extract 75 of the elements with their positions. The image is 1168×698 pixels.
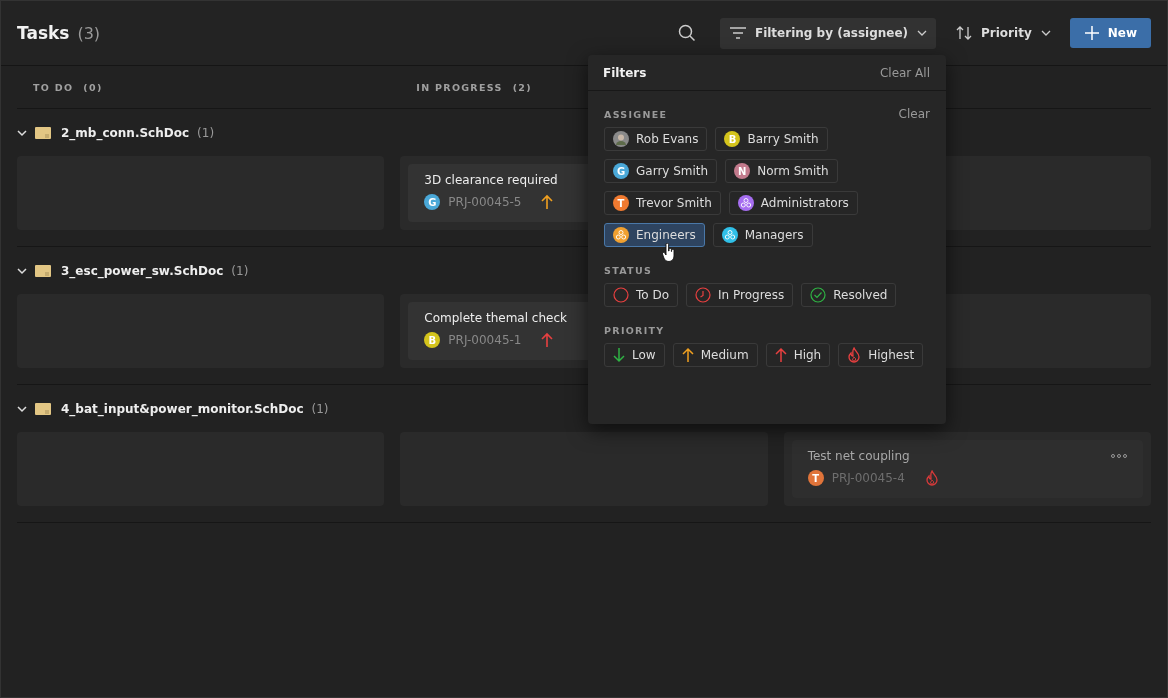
clear-link[interactable]: Clear [898,107,930,121]
new-button[interactable]: New [1069,18,1151,48]
group-count: (1) [231,263,249,278]
circle-icon [613,287,629,303]
hand-cursor-icon [662,243,676,263]
task-count: (3) [77,24,101,43]
user-silhouette-icon [613,131,629,147]
section-title: STATUS [604,264,653,276]
filter-chip[interactable]: B Barry Smith [715,127,828,151]
caret-icon [917,30,928,36]
group-count: (1) [197,125,215,140]
page-title: Tasks [17,23,70,43]
section-title: PRIORITY [604,324,665,336]
filter-chip[interactable]: Managers [712,223,813,247]
column-title: IN PROGRESS [416,81,503,93]
filter-chip[interactable]: Highest [838,343,924,367]
popup-title: Filters [603,65,647,80]
filter-chip[interactable]: Rob Evans [604,127,708,151]
avatar: B [724,131,741,147]
chevron-icon[interactable] [17,265,27,276]
task-title: Complete themal check [424,311,567,325]
plus-icon [1083,25,1100,41]
filter-chip[interactable]: Administrators [728,191,858,215]
sort-button[interactable]: Priority [946,17,1060,49]
task-title: Test net coupling [807,449,910,463]
filter-chip[interactable]: N Norm Smith [725,159,838,183]
arrow-icon [774,347,787,363]
clear-all-link[interactable]: Clear All [879,65,930,80]
clock-icon [695,287,712,303]
more-icon[interactable] [1111,454,1127,458]
column-count: (2) [512,81,532,93]
avatar: G [424,194,441,210]
filter-chip[interactable]: Engineers [604,223,705,247]
group-name: 2_mb_conn.SchDoc [61,125,190,140]
chevron-icon[interactable] [17,403,27,414]
filter-button[interactable]: Filtering by (assignee) [719,17,937,49]
caret-icon [1040,30,1051,36]
filter-chip[interactable]: Low [604,343,665,367]
filter-chip[interactable]: Resolved [801,283,897,307]
task-title: 3D clearance required [424,173,558,187]
task-id: PRJ-00045-1 [448,333,522,347]
flame-icon [924,470,939,486]
task-card[interactable]: Test net coupling T PRJ-00045-4 [791,440,1143,498]
arrow-icon [681,347,694,363]
filter-chip[interactable]: Medium [672,343,758,367]
filter-chip[interactable]: In Progress [686,283,794,307]
document-icon [35,264,51,277]
arrow-icon [541,332,554,348]
arrow-icon [613,347,625,363]
group-count: (1) [311,401,329,416]
avatar: T [613,195,629,211]
filter-chip[interactable]: High [765,343,831,367]
task-id: PRJ-00045-4 [831,471,905,485]
task-id: PRJ-00045-5 [448,195,522,209]
group-name: 3_esc_power_sw.SchDoc [61,263,224,278]
avatar: G [613,163,629,179]
arrow-icon [541,194,554,210]
filter-icon [729,27,746,39]
document-icon [35,126,51,139]
chevron-icon[interactable] [17,127,27,138]
sort-icon [956,25,973,41]
avatar: N [734,163,751,179]
group-name: 4_bat_input&power_monitor.SchDoc [61,401,304,416]
filter-chip[interactable]: To Do [604,283,679,307]
search-icon[interactable] [677,24,696,42]
flame-icon [847,347,862,363]
column-title: TO DO [33,81,74,93]
section-title: ASSIGNEE [604,108,668,120]
avatar: B [424,332,441,348]
document-icon [35,402,51,415]
filter-chip[interactable]: G Garry Smith [604,159,718,183]
check-circle-icon [810,287,827,303]
avatar: T [807,470,824,486]
column-count: (0) [83,81,103,93]
filter-chip[interactable]: T Trevor Smith [604,191,721,215]
